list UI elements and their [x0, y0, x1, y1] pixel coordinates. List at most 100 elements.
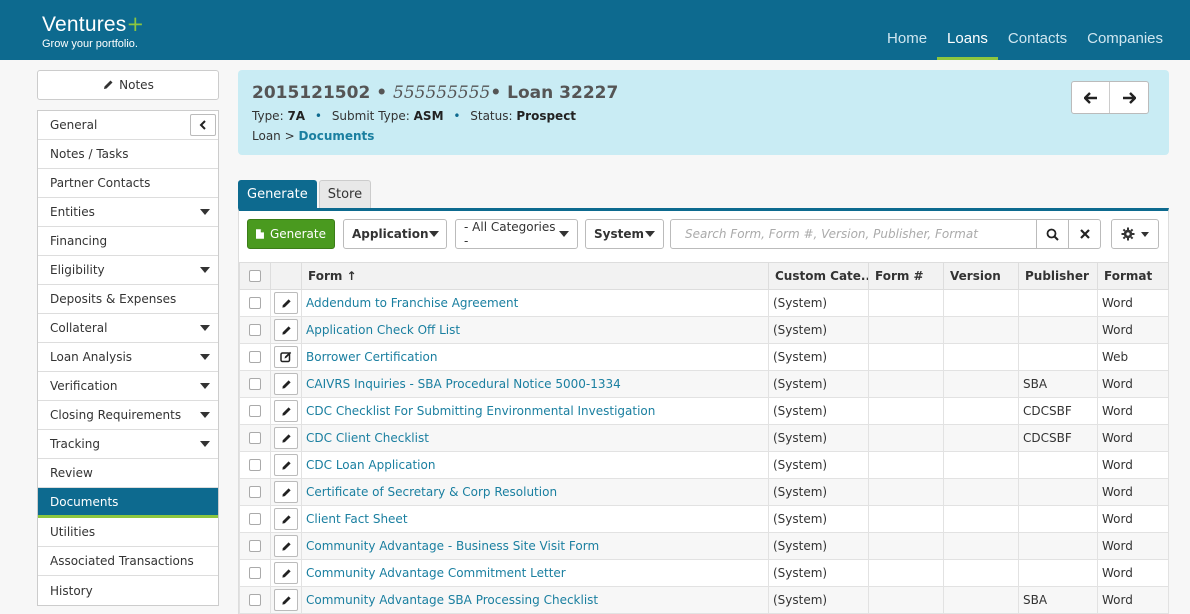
table-row[interactable]: Community Advantage - Business Site Visi…: [239, 532, 1169, 560]
table-row[interactable]: CAIVRS Inquiries - SBA Procedural Notice…: [239, 370, 1169, 398]
sidebar-item-deposits-expenses[interactable]: Deposits & Expenses: [38, 285, 218, 314]
next-record-button[interactable]: [1110, 82, 1148, 113]
form-link[interactable]: CDC Loan Application: [301, 451, 769, 479]
search-button[interactable]: [1036, 219, 1069, 249]
clear-search-button[interactable]: [1068, 219, 1101, 249]
row-checkbox[interactable]: [239, 559, 271, 587]
row-edit-button[interactable]: [270, 397, 302, 425]
sidebar-item-history[interactable]: History: [38, 576, 218, 605]
chevron-down-icon[interactable]: [200, 412, 210, 418]
nav-companies[interactable]: Companies: [1077, 0, 1173, 60]
row-checkbox[interactable]: [239, 289, 271, 317]
row-checkbox[interactable]: [239, 316, 271, 344]
breadcrumb-current[interactable]: Documents: [299, 129, 375, 143]
row-edit-button[interactable]: [270, 316, 302, 344]
row-edit-button[interactable]: [270, 289, 302, 317]
table-row[interactable]: Application Check Off List (System) Word: [239, 316, 1169, 344]
breadcrumb-root[interactable]: Loan: [252, 129, 281, 143]
chevron-down-icon[interactable]: [200, 383, 210, 389]
form-link[interactable]: Client Fact Sheet: [301, 505, 769, 533]
sidebar-item-associated-transactions[interactable]: Associated Transactions: [38, 547, 218, 576]
category-filter[interactable]: - All Categories -: [455, 219, 578, 249]
row-checkbox[interactable]: [239, 586, 271, 614]
tab-store[interactable]: Store: [318, 180, 372, 208]
row-edit-button[interactable]: [270, 478, 302, 506]
form-link[interactable]: Addendum to Franchise Agreement: [301, 289, 769, 317]
sidebar-item-verification[interactable]: Verification: [38, 372, 218, 401]
chevron-down-icon[interactable]: [200, 354, 210, 360]
form-link[interactable]: CDC Client Checklist: [301, 424, 769, 452]
chevron-down-icon[interactable]: [200, 209, 210, 215]
form-link[interactable]: Application Check Off List: [301, 316, 769, 344]
table-row[interactable]: Certificate of Secretary & Corp Resoluti…: [239, 478, 1169, 506]
table-row[interactable]: Addendum to Franchise Agreement (System) W…: [239, 289, 1169, 317]
sidebar-item-tracking[interactable]: Tracking: [38, 430, 218, 459]
row-checkbox[interactable]: [239, 424, 271, 452]
row-edit-button[interactable]: [270, 451, 302, 479]
form-link[interactable]: CDC Checklist For Submitting Environment…: [301, 397, 769, 425]
row-checkbox[interactable]: [239, 370, 271, 398]
table-row[interactable]: CDC Checklist For Submitting Environment…: [239, 397, 1169, 425]
logo[interactable]: Ventures+ Grow your portfolio.: [42, 12, 144, 50]
select-all-checkbox[interactable]: [239, 262, 271, 290]
row-edit-button[interactable]: [270, 505, 302, 533]
sidebar-item-collateral[interactable]: Collateral: [38, 314, 218, 343]
sidebar-item-documents[interactable]: Documents: [38, 488, 218, 518]
nav-contacts[interactable]: Contacts: [998, 0, 1077, 60]
chevron-down-icon[interactable]: [200, 325, 210, 331]
row-checkbox[interactable]: [239, 343, 271, 371]
table-row[interactable]: Community Advantage Commitment Letter (Sy…: [239, 559, 1169, 587]
row-checkbox[interactable]: [239, 478, 271, 506]
sidebar-item-general[interactable]: General: [38, 111, 218, 140]
generate-button[interactable]: Generate: [247, 219, 335, 249]
table-row[interactable]: Borrower Certification (System) Web: [239, 343, 1169, 371]
sidebar-item-loan-analysis[interactable]: Loan Analysis: [38, 343, 218, 372]
settings-menu-button[interactable]: [1111, 219, 1159, 249]
search-input[interactable]: Search Form, Form #, Version, Publisher,…: [670, 219, 1037, 249]
row-edit-button[interactable]: [270, 424, 302, 452]
column-header-custom-category[interactable]: Custom Cate...: [768, 262, 869, 290]
form-link[interactable]: CAIVRS Inquiries - SBA Procedural Notice…: [301, 370, 769, 398]
tab-generate[interactable]: Generate: [238, 180, 317, 208]
form-link[interactable]: Borrower Certification: [301, 343, 769, 371]
nav-loans[interactable]: Loans: [937, 0, 998, 60]
form-link[interactable]: Certificate of Secretary & Corp Resoluti…: [301, 478, 769, 506]
row-edit-button[interactable]: [270, 532, 302, 560]
sidebar-item-entities[interactable]: Entities: [38, 198, 218, 227]
notes-button[interactable]: Notes: [37, 70, 219, 100]
chevron-down-icon[interactable]: [200, 267, 210, 273]
table-row[interactable]: CDC Loan Application (System) Word: [239, 451, 1169, 479]
nav-home[interactable]: Home: [877, 0, 937, 60]
sidebar-item-review[interactable]: Review: [38, 459, 218, 488]
row-checkbox[interactable]: [239, 532, 271, 560]
column-header-version[interactable]: Version: [943, 262, 1019, 290]
form-link[interactable]: Community Advantage Commitment Letter: [301, 559, 769, 587]
table-row[interactable]: Community Advantage SBA Processing Check…: [239, 586, 1169, 614]
row-checkbox[interactable]: [239, 505, 271, 533]
row-edit-button[interactable]: [270, 370, 302, 398]
row-edit-button[interactable]: [270, 559, 302, 587]
sidebar-item-utilities[interactable]: Utilities: [38, 518, 218, 547]
previous-record-button[interactable]: [1072, 82, 1110, 113]
column-header-publisher[interactable]: Publisher: [1018, 262, 1098, 290]
sidebar-item-eligibility[interactable]: Eligibility: [38, 256, 218, 285]
chevron-down-icon[interactable]: [200, 441, 210, 447]
form-link[interactable]: Community Advantage SBA Processing Check…: [301, 586, 769, 614]
column-header-form-number[interactable]: Form #: [868, 262, 944, 290]
form-link[interactable]: Community Advantage - Business Site Visi…: [301, 532, 769, 560]
table-row[interactable]: CDC Client Checklist (System) CDCSBF Word: [239, 424, 1169, 452]
row-checkbox[interactable]: [239, 451, 271, 479]
application-filter[interactable]: Application: [343, 219, 447, 249]
column-header-form[interactable]: Form ↑: [301, 262, 769, 290]
sidebar-item-partner-contacts[interactable]: Partner Contacts: [38, 169, 218, 198]
row-checkbox[interactable]: [239, 397, 271, 425]
collapse-sidebar-button[interactable]: [190, 114, 216, 136]
row-edit-button[interactable]: [270, 586, 302, 614]
sidebar-item-financing[interactable]: Financing: [38, 227, 218, 256]
sidebar-item-notes-tasks[interactable]: Notes / Tasks: [38, 140, 218, 169]
column-header-format[interactable]: Format: [1097, 262, 1169, 290]
source-filter[interactable]: System: [585, 219, 664, 249]
table-row[interactable]: Client Fact Sheet (System) Word: [239, 505, 1169, 533]
sidebar-item-closing-requirements[interactable]: Closing Requirements: [38, 401, 218, 430]
row-edit-button[interactable]: [270, 343, 302, 371]
